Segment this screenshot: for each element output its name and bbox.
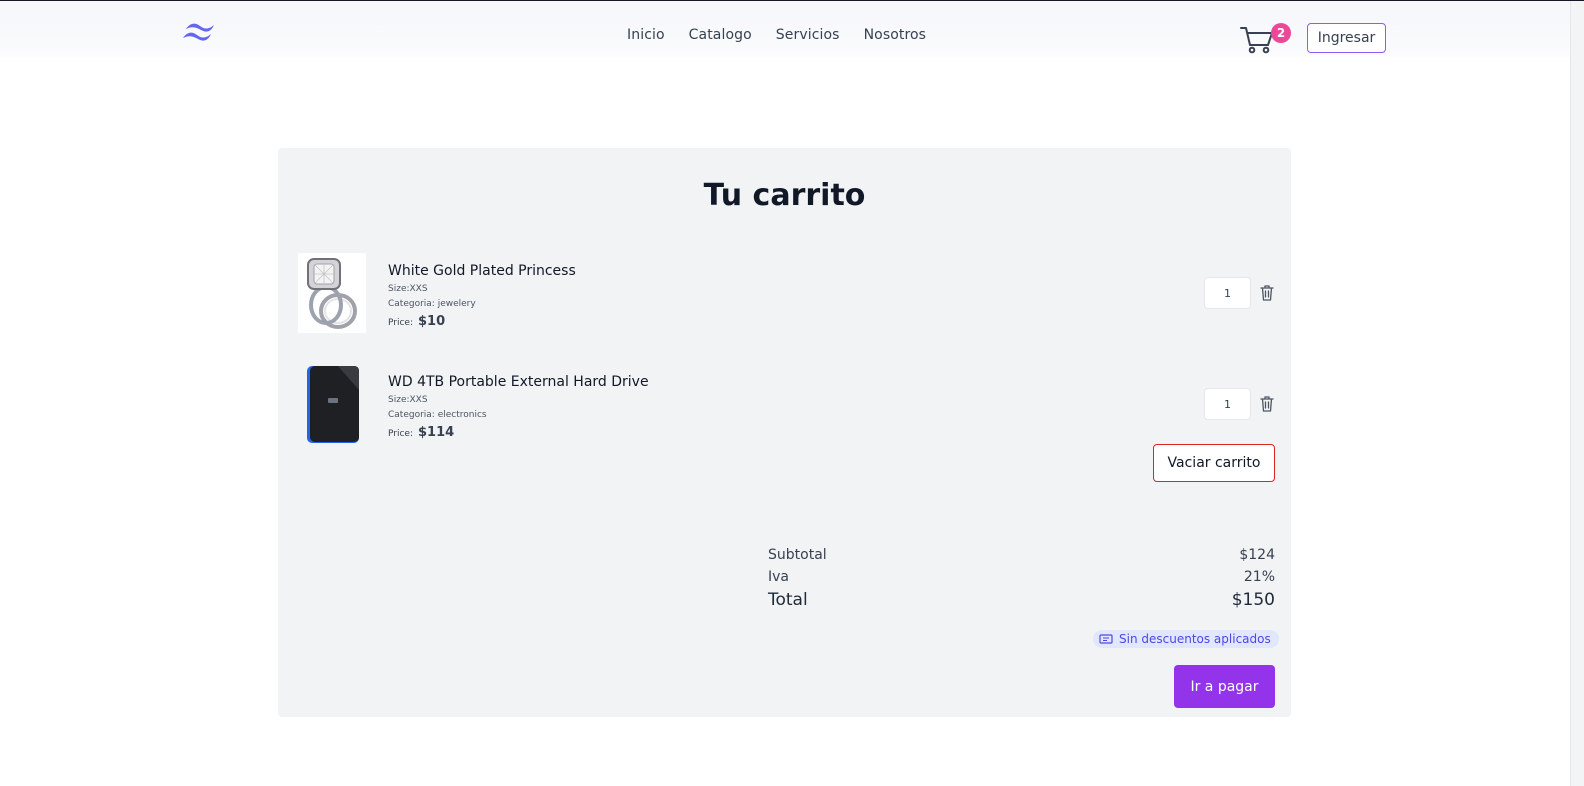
- subtotal-label: Subtotal: [768, 547, 827, 563]
- cart-item: WD 4TB Portable External Hard Drive Size…: [298, 364, 1275, 444]
- item-price-label: Price:: [388, 429, 413, 439]
- item-info: White Gold Plated Princess Size:XXS Cate…: [388, 263, 576, 329]
- item-price-row: Price: $114: [388, 425, 649, 440]
- subtotal-row: Subtotal $124: [768, 547, 1275, 563]
- ticket-icon: [1099, 634, 1113, 644]
- logo-icon[interactable]: [183, 20, 217, 44]
- hard-drive-image: [298, 364, 366, 444]
- item-category: Categoria: electronics: [388, 410, 487, 420]
- main-nav: Inicio Catalogo Servicios Nosotros: [627, 27, 926, 43]
- item-category: Categoria: jewelery: [388, 299, 476, 309]
- checkout-button[interactable]: Ir a pagar: [1174, 665, 1275, 708]
- item-price-row: Price: $10: [388, 314, 576, 329]
- page-title: Tu carrito: [703, 178, 866, 213]
- item-price: $114: [418, 425, 455, 440]
- nav-link-inicio[interactable]: Inicio: [627, 27, 665, 43]
- item-name: WD 4TB Portable External Hard Drive: [388, 374, 649, 390]
- shopping-cart-icon: [1240, 27, 1273, 54]
- cart-button[interactable]: 2: [1240, 23, 1292, 55]
- navbar: Inicio Catalogo Servicios Nosotros 2 Ing…: [0, 1, 1570, 65]
- total-value: $150: [1231, 590, 1275, 610]
- ring-image: [298, 253, 366, 333]
- discount-text: Sin descuentos aplicados: [1119, 632, 1271, 646]
- item-price: $10: [418, 314, 446, 329]
- total-label: Total: [768, 590, 808, 610]
- item-size: Size:XXS: [388, 284, 428, 294]
- item-name: White Gold Plated Princess: [388, 263, 576, 279]
- trash-icon[interactable]: [1259, 284, 1275, 302]
- login-button[interactable]: Ingresar: [1307, 23, 1386, 53]
- item-info: WD 4TB Portable External Hard Drive Size…: [388, 374, 649, 440]
- empty-cart-button[interactable]: Vaciar carrito: [1153, 444, 1275, 482]
- cart-panel: Tu carrito White Gold Plated Princess Si…: [278, 148, 1291, 717]
- nav-link-servicios[interactable]: Servicios: [776, 27, 840, 43]
- iva-label: Iva: [768, 569, 789, 585]
- item-price-label: Price:: [388, 318, 413, 328]
- discount-badge: Sin descuentos aplicados: [1093, 630, 1279, 648]
- cart-count-badge: 2: [1271, 23, 1291, 43]
- total-row: Total $150: [768, 590, 1275, 610]
- subtotal-value: $124: [1239, 547, 1275, 563]
- iva-row: Iva 21%: [768, 569, 1275, 585]
- nav-link-catalogo[interactable]: Catalogo: [689, 27, 752, 43]
- nav-link-nosotros[interactable]: Nosotros: [864, 27, 927, 43]
- quantity-input[interactable]: 1: [1204, 388, 1251, 420]
- item-size: Size:XXS: [388, 395, 428, 405]
- cart-item: White Gold Plated Princess Size:XXS Cate…: [298, 253, 1275, 333]
- iva-value: 21%: [1243, 569, 1275, 585]
- quantity-input[interactable]: 1: [1204, 277, 1251, 309]
- page-scrollbar[interactable]: [1570, 1, 1584, 786]
- trash-icon[interactable]: [1259, 395, 1275, 413]
